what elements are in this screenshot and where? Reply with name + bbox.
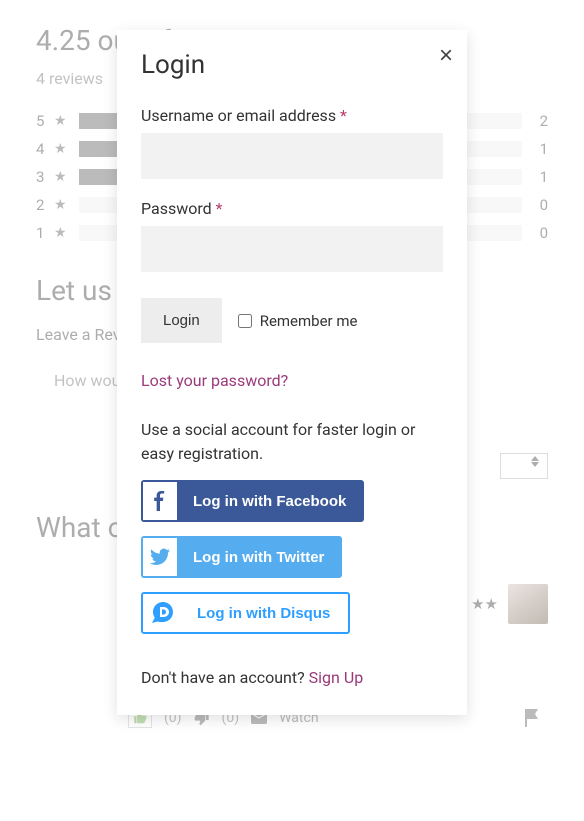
login-twitter-button[interactable]: Log in with Twitter bbox=[141, 536, 342, 578]
modal-title: Login bbox=[141, 50, 443, 80]
password-label: Password * bbox=[141, 199, 443, 218]
remember-label: Remember me bbox=[260, 312, 358, 330]
login-facebook-label: Log in with Facebook bbox=[193, 493, 364, 510]
remember-me[interactable]: Remember me bbox=[238, 312, 358, 330]
password-input[interactable] bbox=[141, 226, 443, 272]
social-hint: Use a social account for faster login or… bbox=[141, 418, 431, 466]
required-mark: * bbox=[216, 199, 223, 218]
signup-row: Don't have an account? Sign Up bbox=[141, 668, 443, 687]
required-mark: * bbox=[340, 106, 347, 125]
login-disqus-button[interactable]: Log in with Disqus bbox=[141, 592, 350, 634]
twitter-icon bbox=[141, 536, 179, 578]
lost-password-link[interactable]: Lost your password? bbox=[141, 371, 288, 390]
username-input[interactable] bbox=[141, 133, 443, 179]
no-account-label: Don't have an account? bbox=[141, 668, 309, 687]
login-disqus-label: Log in with Disqus bbox=[197, 605, 348, 622]
facebook-icon bbox=[141, 480, 179, 522]
login-facebook-button[interactable]: Log in with Facebook bbox=[141, 480, 364, 522]
login-twitter-label: Log in with Twitter bbox=[193, 549, 342, 566]
username-label: Username or email address * bbox=[141, 106, 443, 125]
close-button[interactable]: × bbox=[439, 44, 453, 68]
login-modal: × Login Username or email address * Pass… bbox=[117, 30, 467, 715]
login-button[interactable]: Login bbox=[141, 298, 222, 343]
sign-up-link[interactable]: Sign Up bbox=[309, 668, 364, 687]
remember-checkbox[interactable] bbox=[238, 314, 252, 328]
disqus-icon bbox=[143, 592, 183, 634]
